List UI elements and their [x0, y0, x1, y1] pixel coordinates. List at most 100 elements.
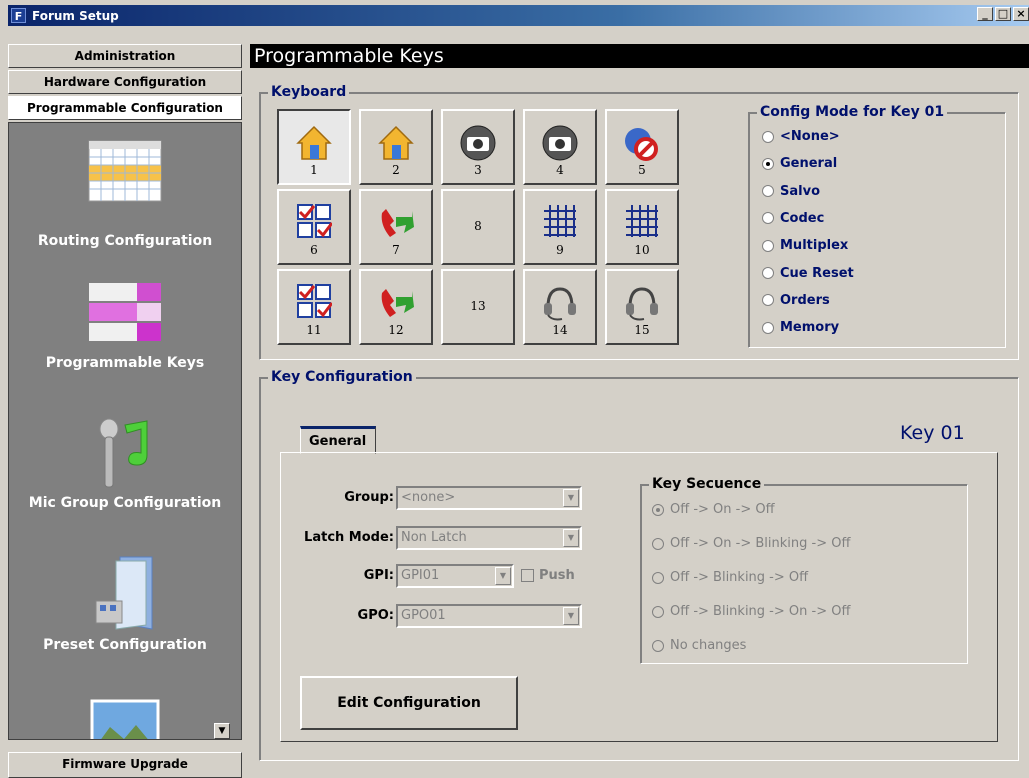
group-label: Group:: [344, 490, 394, 505]
nav-item-programmable-keys[interactable]: Programmable Keys: [9, 263, 241, 403]
app-icon: F: [11, 8, 26, 23]
nav-item-mic-group-configuration[interactable]: Mic Group Configuration: [9, 403, 241, 543]
key-button-2[interactable]: 2: [359, 109, 433, 185]
grid-matrix-icon: [544, 205, 576, 237]
key-sequence-option-5[interactable]: No changes: [652, 638, 746, 653]
key-button-4[interactable]: 4: [523, 109, 597, 185]
key-number: 9: [556, 243, 564, 257]
latch-mode-label: Latch Mode:: [304, 530, 394, 545]
key-button-10[interactable]: 10: [605, 189, 679, 265]
config-mode-option-orders[interactable]: Orders: [762, 293, 830, 308]
camera-icon: [460, 125, 496, 161]
radio-button[interactable]: [762, 157, 774, 170]
config-mode-option-codec[interactable]: Codec: [762, 211, 824, 226]
config-mode-option-none[interactable]: <None>: [762, 129, 840, 144]
edit-configuration-button[interactable]: Edit Configuration: [300, 676, 518, 730]
window-controls: _ □ ×: [977, 7, 1029, 21]
key-button-9[interactable]: 9: [523, 189, 597, 265]
nav-tab-hardware-configuration[interactable]: Hardware Configuration: [8, 70, 242, 94]
close-button[interactable]: ×: [1013, 7, 1029, 21]
house-icon: [378, 125, 414, 160]
key-configuration-legend: Key Configuration: [268, 369, 416, 385]
radio-button[interactable]: [762, 185, 774, 198]
radio-button[interactable]: [762, 239, 774, 252]
config-mode-option-label: <None>: [780, 129, 840, 144]
key-number: 4: [556, 163, 564, 177]
key-button-11[interactable]: 11: [277, 269, 351, 345]
key-button-3[interactable]: 3: [441, 109, 515, 185]
nav-tab-administration[interactable]: Administration: [8, 44, 242, 68]
nav-item-routing-configuration[interactable]: Routing Configuration: [9, 123, 241, 263]
phone-arrow-icon: [381, 209, 414, 237]
gpo-select[interactable]: GPO01 ▼: [396, 604, 582, 628]
blocked-globe-icon: [625, 128, 658, 161]
nav-item-firmware-preview[interactable]: [9, 683, 241, 739]
key-button-8[interactable]: 8: [441, 189, 515, 265]
headset-icon: [626, 287, 658, 321]
key-number: 3: [474, 163, 482, 177]
scroll-down-button[interactable]: ▼: [214, 723, 230, 739]
config-mode-option-general[interactable]: General: [762, 156, 837, 171]
key-number: 8: [474, 219, 482, 233]
radio-button[interactable]: [652, 639, 664, 652]
radio-button[interactable]: [762, 130, 774, 143]
group-select[interactable]: <none> ▼: [396, 486, 582, 510]
key-button-6[interactable]: 6: [277, 189, 351, 265]
gpo-label: GPO:: [357, 608, 394, 623]
key-button-15[interactable]: 15: [605, 269, 679, 345]
nav-item-label: Routing Configuration: [37, 233, 213, 249]
radio-button[interactable]: [652, 503, 664, 516]
chevron-down-icon: ▼: [495, 567, 511, 585]
radio-button[interactable]: [652, 571, 664, 584]
config-mode-option-label: Codec: [780, 210, 825, 226]
latch-mode-select[interactable]: Non Latch ▼: [396, 526, 582, 550]
nav-item-preset-configuration[interactable]: Preset Configuration: [9, 543, 241, 683]
key-button-14[interactable]: 14: [523, 269, 597, 345]
key-sequence-option-label: No changes: [670, 638, 747, 653]
chevron-down-icon: ▼: [563, 489, 579, 507]
config-mode-option-memory[interactable]: Memory: [762, 320, 839, 335]
maximize-button[interactable]: □: [995, 7, 1011, 21]
key-number: 1: [310, 163, 318, 177]
grid-matrix-icon: [626, 205, 658, 237]
key-sequence-option-2[interactable]: Off -> On -> Blinking -> Off: [652, 536, 850, 551]
push-checkbox[interactable]: [521, 569, 534, 582]
radio-button[interactable]: [762, 321, 774, 334]
window-title: Forum Setup: [32, 8, 119, 23]
config-mode-option-multiplex[interactable]: Multiplex: [762, 238, 848, 253]
key-sequence-option-4[interactable]: Off -> Blinking -> On -> Off: [652, 604, 850, 619]
key-sequence-option-3[interactable]: Off -> Blinking -> Off: [652, 570, 808, 585]
key-button-1[interactable]: 1: [277, 109, 351, 185]
microphone-note-icon: [99, 418, 148, 488]
gpi-select[interactable]: GPI01 ▼: [396, 564, 514, 588]
key-number: 14: [552, 323, 568, 337]
key-button-12[interactable]: 12: [359, 269, 433, 345]
keyboard-legend: Keyboard: [268, 84, 350, 100]
window-title-bar: F Forum Setup _ □ ×: [8, 5, 1029, 26]
radio-button[interactable]: [652, 605, 664, 618]
config-mode-option-cue-reset[interactable]: Cue Reset: [762, 266, 854, 281]
key-button-13[interactable]: 13: [441, 269, 515, 345]
nav-tab-firmware-upgrade[interactable]: Firmware Upgrade: [8, 752, 242, 778]
key-sequence-option-label: Off -> On -> Blinking -> Off: [670, 536, 851, 551]
key-button-5[interactable]: 5: [605, 109, 679, 185]
key-grid-icon: [89, 283, 161, 341]
key-sequence-option-label: Off -> On -> Off: [670, 502, 775, 517]
radio-button[interactable]: [762, 267, 774, 279]
radio-button[interactable]: [762, 294, 774, 307]
key-number: 2: [392, 163, 400, 177]
chevron-down-icon: ▼: [563, 529, 579, 547]
tab-general[interactable]: General: [300, 426, 376, 454]
nav-tab-programmable-configuration[interactable]: Programmable Configuration: [8, 96, 242, 120]
minimize-button[interactable]: _: [977, 7, 993, 21]
config-mode-group: Config Mode for Key 01: [748, 104, 1006, 348]
config-mode-option-label: Memory: [780, 320, 840, 336]
key-sequence-option-1[interactable]: Off -> On -> Off: [652, 502, 775, 517]
key-number: 10: [634, 243, 650, 257]
radio-button[interactable]: [652, 537, 664, 550]
radio-button[interactable]: [762, 212, 774, 225]
config-mode-option-label: Orders: [780, 292, 830, 308]
config-mode-option-salvo[interactable]: Salvo: [762, 184, 820, 199]
key-number: 5: [638, 163, 646, 177]
key-button-7[interactable]: 7: [359, 189, 433, 265]
